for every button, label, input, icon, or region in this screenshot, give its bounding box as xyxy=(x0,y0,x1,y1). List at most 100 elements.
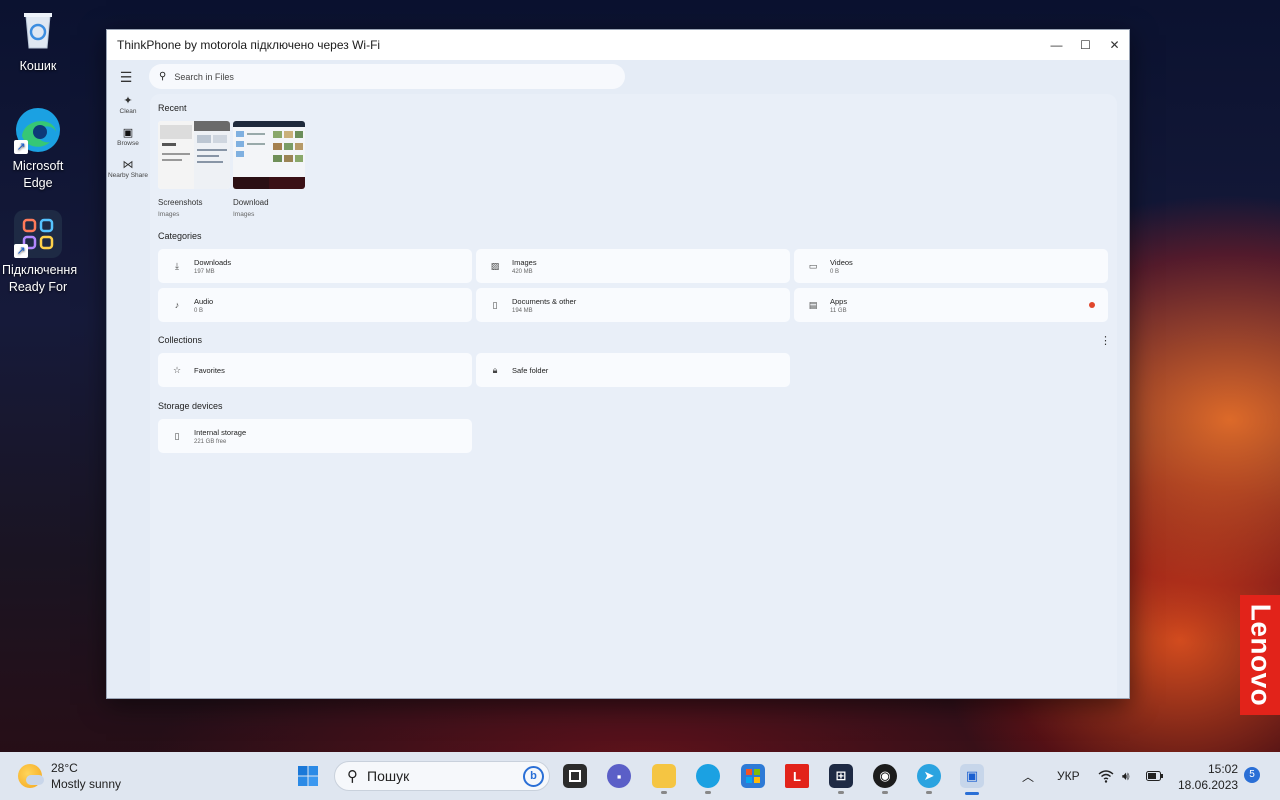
lenovo-logo: Lenovo xyxy=(1240,595,1280,715)
category-size: 197 MB xyxy=(194,268,215,275)
storage-card-internal[interactable]: ▯ Internal storage 221 GB free xyxy=(158,419,472,453)
bing-icon[interactable]: b xyxy=(523,766,544,787)
volume-icon[interactable]: 🔊︎ xyxy=(1122,752,1130,800)
store-icon[interactable] xyxy=(741,764,765,788)
phone-icon: ▯ xyxy=(174,430,180,441)
task-view-icon[interactable] xyxy=(563,764,587,788)
ready-for-icon: ↗ xyxy=(14,210,62,258)
recent-item-name: Screenshots xyxy=(158,198,203,207)
l-app-icon[interactable]: L xyxy=(785,764,809,788)
recent-item[interactable]: Download Images xyxy=(233,121,305,218)
category-label: Images xyxy=(512,257,537,267)
storage-label: Internal storage xyxy=(194,427,247,437)
store-grid-icon xyxy=(746,769,760,783)
search-placeholder: Search in Files xyxy=(174,71,234,82)
ready-for-icon[interactable]: ⊞ xyxy=(829,764,853,794)
notification-badge[interactable]: 5 xyxy=(1244,767,1260,783)
rail-item-label: Browse xyxy=(117,140,139,147)
window-titlebar[interactable]: ThinkPhone by motorola підключено через … xyxy=(107,30,1129,60)
search-icon: ⚲ xyxy=(347,768,358,785)
section-title-collections: Collections xyxy=(158,335,203,345)
lock-icon: 🔒︎ xyxy=(492,364,498,375)
rail-item-label: Nearby Share xyxy=(107,172,149,179)
hamburger-menu-icon[interactable]: ☰ xyxy=(116,68,136,86)
category-size: 11 GB xyxy=(830,307,847,314)
section-title-categories: Categories xyxy=(158,231,202,241)
recent-item-type: Images xyxy=(158,211,180,218)
search-input[interactable]: ⚲ Search in Files xyxy=(149,64,625,89)
browse-icon: ▣ xyxy=(122,127,134,139)
category-card-audio[interactable]: ♪ Audio 0 B xyxy=(158,288,472,322)
document-icon: ▯ xyxy=(492,299,498,310)
close-button[interactable]: ✕ xyxy=(1100,30,1129,60)
desktop-icon-label: Microsoft Edge xyxy=(12,159,64,190)
category-card-apps[interactable]: ▤ Apps 11 GB xyxy=(794,288,1108,322)
system-clock[interactable]: 15:02 18.06.2023 xyxy=(1178,761,1238,793)
files-app: ☰ ⚲ Search in Files ✦ Clean ▣ Browse ⋈ N… xyxy=(107,60,1129,698)
music-note-icon: ♪ xyxy=(174,300,180,310)
sparkle-icon: ✦ xyxy=(123,95,133,107)
browse-content: Recent Screenshots Images Download Image… xyxy=(150,94,1117,698)
navigation-rail: ✦ Clean ▣ Browse ⋈ Nearby Share xyxy=(107,94,149,190)
taskbar-search-placeholder: Пошук xyxy=(367,768,410,784)
recent-item-name: Download xyxy=(233,198,269,207)
teams-icon[interactable]: ▪ xyxy=(607,764,631,788)
camera-app-icon[interactable]: ◉ xyxy=(873,764,897,794)
more-options-icon[interactable]: ⋮ xyxy=(1100,334,1111,347)
battery-icon[interactable] xyxy=(1146,752,1164,800)
clock-date: 18.06.2023 xyxy=(1178,778,1239,792)
category-label: Audio xyxy=(194,296,214,306)
category-label: Downloads xyxy=(194,257,232,267)
update-badge xyxy=(1089,302,1095,308)
file-explorer-icon[interactable] xyxy=(652,764,676,794)
taskbar: 28°C Mostly sunny ⚲ Пошук b ▪ L ⊞ ◉ ➤ ▣ … xyxy=(0,752,1280,800)
recent-item[interactable]: Screenshots Images xyxy=(158,121,230,218)
recycle-bin-icon xyxy=(14,6,62,54)
start-button[interactable] xyxy=(296,764,320,788)
category-card-videos[interactable]: ▭ Videos 0 B xyxy=(794,249,1108,283)
category-card-images[interactable]: ▨ Images 420 MB xyxy=(476,249,790,283)
wifi-icon[interactable] xyxy=(1098,752,1114,800)
telegram-icon[interactable]: ➤ xyxy=(917,764,941,794)
phone-link-icon[interactable]: ▣ xyxy=(960,764,984,795)
weather-temp: 28°C xyxy=(51,761,78,775)
rail-item-clean[interactable]: ✦ Clean xyxy=(107,94,149,116)
minimize-button[interactable]: — xyxy=(1042,30,1071,60)
desktop-icon-ready-for[interactable]: ↗ Підключення Ready For xyxy=(2,210,78,296)
collection-card-safe-folder[interactable]: 🔒︎ Safe folder xyxy=(476,353,790,387)
apps-icon: ▤ xyxy=(808,299,818,310)
nearby-share-icon: ⋈ xyxy=(122,159,134,171)
category-label: Documents & other xyxy=(512,296,577,306)
desktop-icon-label: Кошик xyxy=(19,59,57,73)
category-card-documents[interactable]: ▯ Documents & other 194 MB xyxy=(476,288,790,322)
storage-free: 221 GB free xyxy=(194,438,227,445)
recent-thumbnail xyxy=(233,121,305,189)
desktop-icon-recycle-bin[interactable]: Кошик xyxy=(2,6,74,75)
rail-item-browse[interactable]: ▣ Browse xyxy=(107,126,149,148)
edge-icon: ↗ xyxy=(14,106,62,154)
rail-item-label: Clean xyxy=(119,108,137,115)
show-hidden-icons-chevron-icon[interactable]: ︿ xyxy=(1022,752,1034,800)
image-icon: ▨ xyxy=(490,260,500,271)
weather-sun-icon xyxy=(18,764,44,788)
edge-icon[interactable] xyxy=(696,764,720,794)
category-size: 420 MB xyxy=(512,268,533,275)
video-icon: ▭ xyxy=(808,260,818,271)
rail-item-nearby-share[interactable]: ⋈ Nearby Share xyxy=(107,158,149,180)
collection-card-favorites[interactable]: ☆ Favorites xyxy=(158,353,472,387)
weather-desc: Mostly sunny xyxy=(51,777,122,791)
recent-item-type: Images xyxy=(233,211,255,218)
maximize-button[interactable]: ☐ xyxy=(1071,30,1100,60)
taskbar-search-input[interactable]: ⚲ Пошук b xyxy=(334,761,550,791)
category-card-downloads[interactable]: ⤓ Downloads 197 MB xyxy=(158,249,472,283)
download-icon: ⤓ xyxy=(175,260,179,271)
category-size: 194 MB xyxy=(512,307,533,314)
category-label: Apps xyxy=(830,296,848,306)
desktop-icon-label: Підключення Ready For xyxy=(2,263,78,294)
search-icon: ⚲ xyxy=(159,71,167,82)
weather-widget[interactable]: 28°C Mostly sunny xyxy=(18,760,121,792)
clock-time: 15:02 xyxy=(1207,762,1238,776)
input-language[interactable]: УКР xyxy=(1057,752,1080,800)
window-title: ThinkPhone by motorola підключено через … xyxy=(117,38,381,52)
desktop-icon-edge[interactable]: ↗ Microsoft Edge xyxy=(2,106,74,192)
